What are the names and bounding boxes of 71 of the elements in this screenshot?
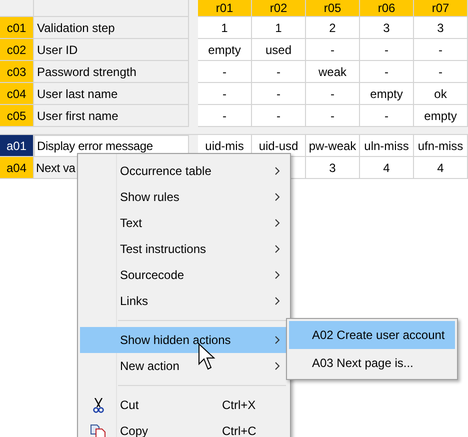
table-cell: -	[252, 61, 306, 83]
menu-item[interactable]: Show rules	[80, 184, 288, 210]
menu-item[interactable]: Text	[80, 210, 288, 236]
column-header: r07	[414, 0, 468, 17]
table-cell: empty	[198, 39, 252, 61]
table-cell: uln-miss	[360, 135, 414, 157]
table-cell: -	[360, 105, 414, 127]
row-id: c05	[0, 105, 34, 127]
row-id: c02	[0, 39, 34, 61]
chevron-right-icon	[275, 167, 280, 175]
table-cell: 4	[360, 157, 414, 179]
column-header: r01	[198, 0, 252, 17]
row-label: User ID	[34, 39, 189, 61]
scissors-icon	[92, 398, 104, 412]
menu-item[interactable]: Cut Ctrl+X	[80, 392, 288, 418]
row-label: Validation step	[34, 17, 189, 39]
table-cell: 3	[306, 157, 360, 179]
table-cell: -	[414, 61, 468, 83]
row-label: User last name	[34, 83, 189, 105]
column-header: r06	[360, 0, 414, 17]
column-header: r02	[252, 0, 306, 17]
chevron-right-icon	[275, 336, 280, 344]
table-cell: ufn-miss	[414, 135, 468, 157]
table-cell: 3	[360, 17, 414, 39]
table-cell: -	[360, 39, 414, 61]
table-cell: 1	[252, 17, 306, 39]
corner-cell	[0, 0, 34, 17]
menu-item[interactable]: New action	[80, 353, 288, 379]
table-cell: -	[198, 105, 252, 127]
table-cell: -	[360, 61, 414, 83]
menu-item[interactable]: Test instructions	[80, 236, 288, 262]
table-cell: ok	[414, 83, 468, 105]
table-cell: pw-weak	[306, 135, 360, 157]
table-cell: -	[414, 39, 468, 61]
menu-item[interactable]: Links	[80, 288, 288, 314]
table-cell: 1	[198, 17, 252, 39]
menu-item[interactable]: Sourcecode	[80, 262, 288, 288]
table-cell: -	[306, 39, 360, 61]
table-cell: 3	[414, 17, 468, 39]
table-cell: -	[306, 83, 360, 105]
table-cell: empty	[414, 105, 468, 127]
copy-icon	[90, 424, 106, 437]
menu-item[interactable]: A03 Next page is...	[289, 349, 455, 377]
menu-item[interactable]: Occurrence table	[80, 158, 288, 184]
chevron-right-icon	[275, 271, 280, 279]
row-id: a04	[0, 157, 34, 179]
chevron-right-icon	[275, 297, 280, 305]
table-cell: -	[198, 61, 252, 83]
column-header: r05	[306, 0, 360, 17]
menu-item[interactable]: A02 Create user account	[289, 321, 455, 349]
table-cell: -	[252, 83, 306, 105]
chevron-right-icon	[275, 219, 280, 227]
table-cell: weak	[306, 61, 360, 83]
row-label: Password strength	[34, 61, 189, 83]
row-id: c03	[0, 61, 34, 83]
row-id: c04	[0, 83, 34, 105]
table-cell: used	[252, 39, 306, 61]
table-cell: -	[198, 83, 252, 105]
table-cell: -	[252, 105, 306, 127]
table-cell: -	[306, 105, 360, 127]
chevron-right-icon	[275, 245, 280, 253]
chevron-right-icon	[275, 362, 280, 370]
table-cell: empty	[360, 83, 414, 105]
cursor-icon	[198, 343, 216, 371]
table-cell: 2	[306, 17, 360, 39]
row-id: a01	[0, 135, 34, 157]
row-id: c01	[0, 17, 34, 39]
table-cell: 4	[414, 157, 468, 179]
chevron-right-icon	[275, 193, 280, 201]
row-label: User first name	[34, 105, 189, 127]
menu-item[interactable]: Show hidden actions	[80, 327, 288, 353]
